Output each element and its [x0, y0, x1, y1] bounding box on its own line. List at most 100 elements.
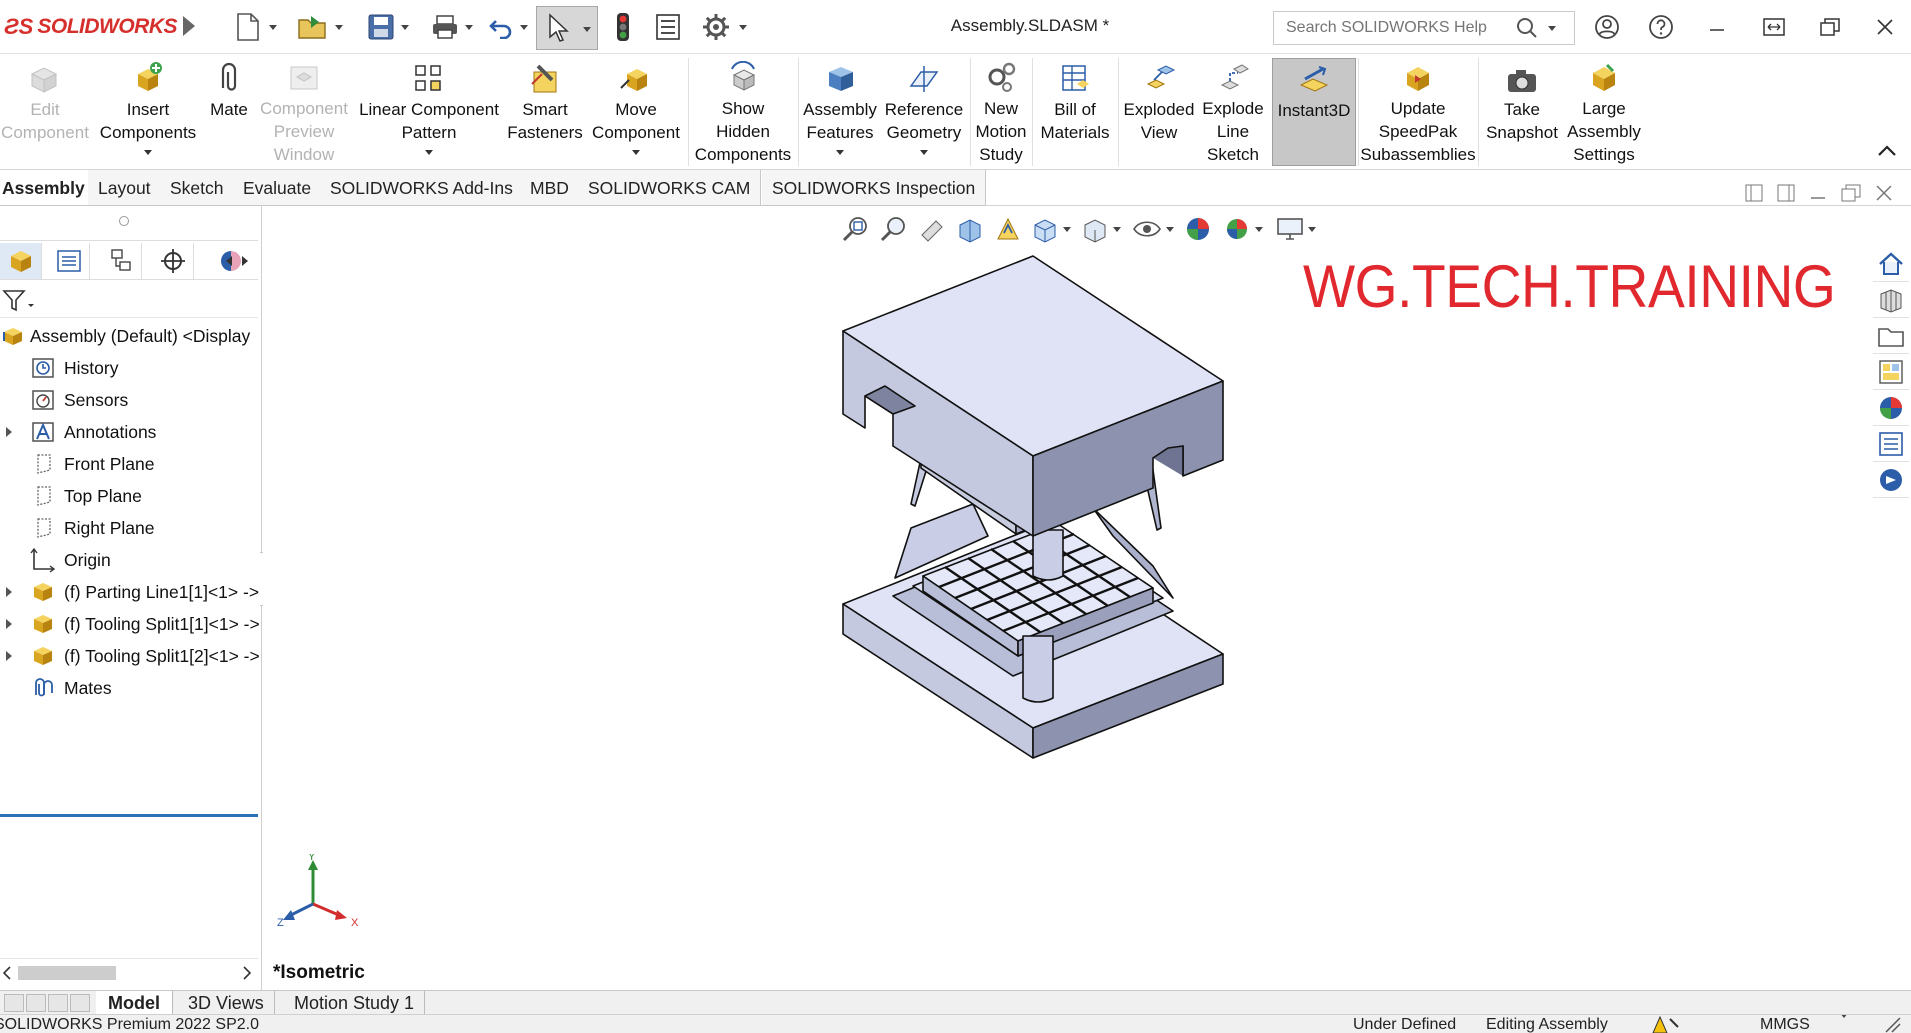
rebuild-button[interactable] — [608, 10, 638, 44]
tab-solidworks-inspection[interactable]: SOLIDWORKS Inspection — [762, 170, 987, 206]
minimize-button[interactable] — [1700, 12, 1734, 42]
update-speedpak-button[interactable]: Update SpeedPak Subassemblies — [1360, 58, 1476, 166]
expand-arrow-icon[interactable] — [6, 587, 12, 597]
appearances-scenes-tab[interactable] — [1873, 390, 1909, 426]
doc-close-icon[interactable] — [1875, 184, 1893, 202]
explode-line-sketch-button[interactable]: Explode Line Sketch — [1198, 58, 1268, 166]
exploded-view-button[interactable]: Exploded View — [1120, 58, 1198, 166]
tab-model[interactable]: Model — [96, 991, 173, 1015]
tab-display-manager[interactable] — [204, 243, 258, 279]
file-explorer-tab[interactable] — [1873, 318, 1909, 354]
instant3d-button[interactable]: Instant3D — [1272, 58, 1356, 166]
tree-item-sensors[interactable]: Sensors — [0, 384, 262, 416]
mate-button[interactable]: Mate — [202, 58, 256, 166]
insert-components-dropdown-icon[interactable] — [144, 150, 152, 155]
linear-component-pattern-button[interactable]: Linear Component Pattern — [356, 58, 502, 166]
large-assembly-settings-button[interactable]: Large Assembly Settings — [1564, 58, 1644, 166]
rebuild-warning-icon[interactable] — [1652, 1015, 1680, 1033]
scroll-left-icon[interactable] — [2, 966, 12, 980]
insert-components-button[interactable]: Insert Components — [96, 58, 200, 166]
solidworks-forum-tab[interactable] — [1873, 462, 1909, 498]
new-document-button[interactable] — [232, 10, 280, 44]
fullscreen-button[interactable] — [1757, 12, 1791, 42]
view-palette-tab[interactable] — [1873, 354, 1909, 390]
collapse-ribbon-button[interactable] — [1877, 144, 1897, 163]
print-button[interactable] — [426, 10, 478, 44]
options-button[interactable] — [696, 10, 752, 44]
tree-item-annotations[interactable]: Annotations — [0, 416, 262, 448]
graphics-area[interactable]: WG.TECH.TRAINING Y X Z *Isometric — [263, 184, 1911, 990]
tab-motion-study-1[interactable]: Motion Study 1 — [284, 991, 426, 1015]
tree-item-origin[interactable]: Origin — [0, 544, 262, 576]
take-snapshot-button[interactable]: Take Snapshot — [1482, 58, 1562, 166]
user-account-button[interactable] — [1590, 12, 1624, 42]
search-icon[interactable] — [1516, 17, 1538, 39]
design-library-tab[interactable] — [1873, 282, 1909, 318]
tile-left-icon[interactable] — [1745, 184, 1763, 202]
panel-grip-icon[interactable] — [119, 216, 129, 226]
save-button[interactable] — [362, 10, 414, 44]
expand-arrow-icon[interactable] — [6, 427, 12, 437]
tab-sketch[interactable]: Sketch — [160, 170, 235, 206]
assembly-features-button[interactable]: Assembly Features — [800, 58, 880, 166]
customize-status-icon[interactable] — [1884, 1016, 1904, 1033]
file-properties-button[interactable] — [650, 10, 686, 44]
tab-assembly[interactable]: Assembly — [0, 170, 96, 206]
edit-component-button[interactable]: Edit Component — [0, 58, 90, 166]
horizontal-scrollbar[interactable] — [0, 958, 258, 986]
scroll-right-icon[interactable] — [242, 966, 252, 980]
unit-system-dropdown-icon[interactable] — [1840, 1015, 1848, 1018]
tree-item-history[interactable]: History — [0, 352, 262, 384]
tab-solidworks-cam[interactable]: SOLIDWORKS CAM — [578, 170, 762, 206]
new-motion-study-button[interactable]: New Motion Study — [972, 58, 1030, 166]
top-cavity-plate[interactable] — [842, 255, 1224, 537]
close-button[interactable] — [1868, 12, 1902, 42]
tab-3d-views[interactable]: 3D Views — [178, 991, 275, 1015]
doc-minimize-icon[interactable] — [1809, 184, 1827, 202]
tree-root-assembly[interactable]: Assembly (Default) <Display — [0, 320, 262, 352]
tree-item-tooling-split-2[interactable]: (f) Tooling Split1[2]<1> -> — [0, 640, 262, 672]
tab-evaluate[interactable]: Evaluate — [233, 170, 323, 206]
tab-layout[interactable]: Layout — [88, 170, 162, 206]
select-tool-button[interactable] — [536, 6, 598, 50]
component-preview-window-button[interactable]: Component Preview Window — [256, 58, 352, 166]
tree-item-front-plane[interactable]: Front Plane — [0, 448, 262, 480]
expand-arrow-icon[interactable] — [6, 651, 12, 661]
menu-expand-arrow-icon[interactable] — [183, 16, 195, 36]
exploded-mold-model[interactable] — [823, 236, 1363, 956]
smart-fasteners-button[interactable]: Smart Fasteners — [506, 58, 584, 166]
show-hidden-components-button[interactable]: Show Hidden Components — [690, 58, 796, 166]
prev-tab-nav-button[interactable] — [26, 994, 46, 1012]
tree-item-tooling-split-1[interactable]: (f) Tooling Split1[1]<1> -> — [0, 608, 262, 640]
reference-geometry-dropdown-icon[interactable] — [920, 150, 928, 155]
move-component-dropdown-icon[interactable] — [632, 150, 640, 155]
tree-item-parting-line[interactable]: (f) Parting Line1[1]<1> -> — [0, 576, 262, 608]
tabs-scroll-left-icon[interactable] — [226, 256, 232, 266]
solidworks-logo[interactable]: ƧS SOLIDWORKS — [4, 12, 178, 42]
next-tab-nav-button[interactable] — [48, 994, 68, 1012]
doc-restore-icon[interactable] — [1841, 184, 1861, 202]
tab-mbd[interactable]: MBD — [520, 170, 580, 206]
tree-item-right-plane[interactable]: Right Plane — [0, 512, 262, 544]
reference-geometry-button[interactable]: Reference Geometry — [880, 58, 968, 166]
assembly-features-dropdown-icon[interactable] — [836, 150, 844, 155]
help-search-box[interactable] — [1273, 11, 1575, 45]
scrollbar-thumb[interactable] — [18, 966, 116, 980]
tree-item-top-plane[interactable]: Top Plane — [0, 480, 262, 512]
tab-solidworks-add-ins[interactable]: SOLIDWORKS Add-Ins — [320, 170, 524, 206]
tree-item-mates[interactable]: Mates — [0, 672, 262, 704]
unit-system[interactable]: MMGS — [1760, 1016, 1810, 1033]
move-component-button[interactable]: Move Component — [586, 58, 686, 166]
restore-button[interactable] — [1813, 12, 1847, 42]
tile-right-icon[interactable] — [1777, 184, 1795, 202]
linear-pattern-dropdown-icon[interactable] — [425, 150, 433, 155]
tab-property-manager[interactable] — [48, 243, 90, 279]
search-input[interactable] — [1286, 19, 1506, 37]
solidworks-resources-tab[interactable] — [1873, 246, 1909, 282]
tab-dimxpert-manager[interactable] — [152, 243, 194, 279]
bill-of-materials-button[interactable]: Bill of Materials — [1034, 58, 1116, 166]
last-tab-nav-button[interactable] — [70, 994, 90, 1012]
open-document-button[interactable] — [294, 10, 346, 44]
help-button[interactable] — [1644, 12, 1678, 42]
tab-feature-manager[interactable] — [0, 243, 42, 279]
